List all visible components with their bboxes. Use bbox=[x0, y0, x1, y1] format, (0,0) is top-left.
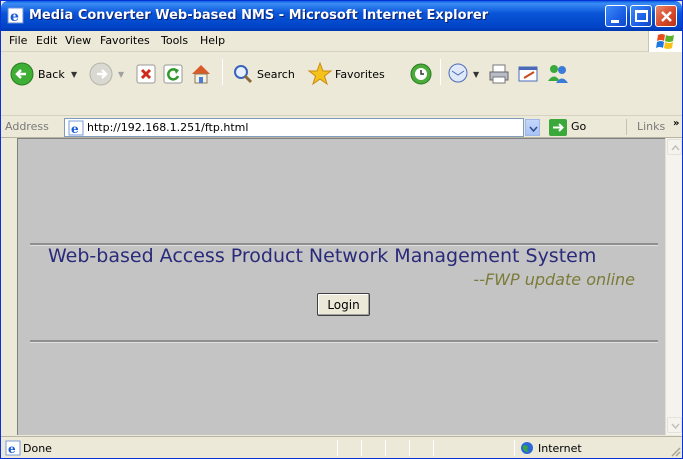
search-button[interactable]: Search bbox=[257, 68, 295, 81]
search-icon[interactable] bbox=[231, 62, 255, 89]
go-arrow-icon[interactable] bbox=[549, 119, 567, 136]
maximize-button[interactable] bbox=[630, 5, 652, 27]
internet-zone-globe-icon bbox=[520, 441, 534, 458]
page-title: Web-based Access Product Network Managem… bbox=[48, 245, 597, 267]
address-dropdown-button[interactable] bbox=[525, 119, 540, 136]
forward-dropdown-icon[interactable]: ▼ bbox=[118, 70, 124, 79]
toolbar-separator bbox=[222, 59, 223, 85]
mail-dropdown-icon[interactable]: ▼ bbox=[473, 70, 479, 79]
address-input[interactable]: e http://192.168.1.251/ftp.html bbox=[64, 118, 524, 137]
page-status-icon: e bbox=[5, 440, 21, 459]
windows-logo-icon bbox=[648, 31, 682, 52]
refresh-icon[interactable] bbox=[163, 64, 183, 87]
messenger-icon[interactable] bbox=[545, 61, 571, 90]
status-text: Done bbox=[23, 442, 52, 455]
status-divider bbox=[433, 440, 434, 456]
bottom-divider bbox=[30, 340, 658, 343]
favorites-star-icon[interactable] bbox=[307, 61, 333, 90]
svg-text:e: e bbox=[71, 122, 79, 136]
login-button[interactable]: Login bbox=[317, 293, 370, 316]
menu-bar: File Edit View Favorites Tools Help bbox=[1, 31, 682, 52]
status-bar: e Done Internet bbox=[1, 436, 682, 458]
scroll-down-button[interactable] bbox=[667, 417, 682, 433]
back-dropdown-icon[interactable]: ▼ bbox=[71, 70, 77, 79]
menu-edit[interactable]: Edit bbox=[36, 34, 57, 47]
title-bar[interactable]: e Media Converter Web-based NMS - Micros… bbox=[1, 1, 682, 31]
links-separator bbox=[626, 119, 627, 135]
address-bar: Address e http://192.168.1.251/ftp.html … bbox=[1, 116, 682, 138]
history-icon[interactable] bbox=[409, 62, 433, 89]
status-divider bbox=[514, 440, 515, 456]
edit-page-icon[interactable] bbox=[516, 62, 540, 89]
resize-grip-icon[interactable] bbox=[669, 445, 681, 457]
address-url: http://192.168.1.251/ftp.html bbox=[87, 121, 249, 134]
forward-arrow-icon[interactable] bbox=[89, 62, 113, 89]
browser-window: e Media Converter Web-based NMS - Micros… bbox=[0, 0, 683, 459]
svg-text:e: e bbox=[10, 9, 19, 24]
toolbar-separator bbox=[440, 59, 441, 85]
links-chevron-icon[interactable]: » bbox=[673, 118, 679, 129]
menu-file[interactable]: File bbox=[9, 34, 27, 47]
menu-favorites[interactable]: Favorites bbox=[100, 34, 150, 47]
status-divider bbox=[337, 440, 338, 456]
content-left-margin bbox=[1, 138, 17, 435]
ie-page-icon: e bbox=[7, 7, 24, 25]
menu-help[interactable]: Help bbox=[200, 34, 225, 47]
minimize-button[interactable] bbox=[605, 5, 627, 27]
back-button[interactable]: Back bbox=[38, 68, 65, 81]
back-arrow-icon[interactable] bbox=[10, 62, 34, 89]
page-favicon-icon: e bbox=[68, 120, 84, 139]
mail-icon[interactable] bbox=[447, 62, 471, 89]
security-zone-label: Internet bbox=[538, 442, 582, 455]
close-button[interactable] bbox=[655, 5, 677, 27]
print-icon[interactable] bbox=[487, 62, 511, 89]
scroll-up-button[interactable] bbox=[667, 139, 682, 155]
go-button[interactable]: Go bbox=[571, 120, 586, 133]
home-icon[interactable] bbox=[189, 62, 213, 89]
page-subtitle: --FWP update online bbox=[473, 270, 635, 289]
favorites-button[interactable]: Favorites bbox=[335, 68, 385, 81]
page-content: Web-based Access Product Network Managem… bbox=[17, 138, 665, 435]
menu-view[interactable]: View bbox=[65, 34, 91, 47]
status-divider bbox=[409, 440, 410, 456]
links-button[interactable]: Links bbox=[637, 120, 665, 133]
address-label: Address bbox=[5, 120, 49, 133]
menu-tools[interactable]: Tools bbox=[161, 34, 188, 47]
status-divider bbox=[361, 440, 362, 456]
vertical-scrollbar[interactable] bbox=[665, 138, 682, 435]
stop-icon[interactable] bbox=[136, 64, 156, 87]
standard-toolbar: Back ▼ ▼ Search Favorites ▼ bbox=[1, 53, 682, 116]
window-title: Media Converter Web-based NMS - Microsof… bbox=[29, 8, 489, 23]
status-divider bbox=[385, 440, 386, 456]
svg-text:e: e bbox=[8, 442, 16, 456]
